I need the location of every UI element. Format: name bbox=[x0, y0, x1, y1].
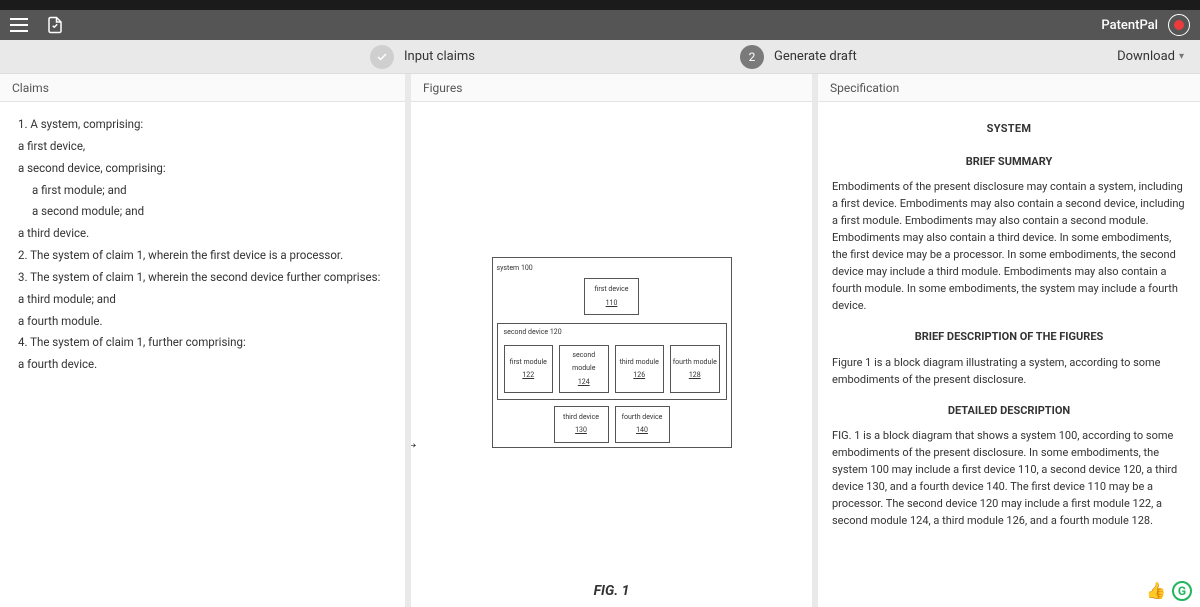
claim-line: 2. The system of claim 1, wherein the fi… bbox=[18, 245, 391, 267]
module-box: first module122 bbox=[504, 345, 554, 393]
step-number-badge: 2 bbox=[740, 45, 764, 69]
claim-line: a third module; and bbox=[18, 289, 391, 311]
menu-icon[interactable] bbox=[10, 18, 28, 32]
claims-body[interactable]: 1. A system, comprising: a first device,… bbox=[0, 102, 405, 607]
specification-panel: Specification SYSTEM BRIEF SUMMARY Embod… bbox=[818, 74, 1200, 607]
spec-paragraph: Embodiments of the present disclosure ma… bbox=[832, 178, 1186, 314]
module-box: third module126 bbox=[615, 345, 665, 393]
check-icon bbox=[370, 45, 394, 69]
spec-paragraph: Figure 1 is a block diagram illustrating… bbox=[832, 354, 1186, 388]
claim-line: a second module; and bbox=[18, 201, 391, 223]
brand-name: PatentPal bbox=[1101, 18, 1158, 33]
chevron-down-icon: ▾ bbox=[1179, 51, 1184, 62]
figures-panel: Figures → system 100 first device110 sec… bbox=[411, 74, 812, 607]
step-label: Input claims bbox=[404, 49, 475, 64]
download-button[interactable]: Download ▾ bbox=[1117, 49, 1184, 64]
figure-diagram[interactable]: system 100 first device110 second device… bbox=[492, 257, 732, 448]
module-box: fourth module128 bbox=[670, 345, 720, 393]
download-label: Download bbox=[1117, 49, 1175, 64]
claim-line: a third device. bbox=[18, 223, 391, 245]
spec-title: SYSTEM bbox=[832, 120, 1186, 137]
spec-section-heading: BRIEF DESCRIPTION OF THE FIGURES bbox=[832, 328, 1186, 345]
claim-line: 1. A system, comprising: bbox=[18, 114, 391, 136]
app-bar: PatentPal bbox=[0, 10, 1200, 40]
claim-line: 3. The system of claim 1, wherein the se… bbox=[18, 267, 391, 289]
claim-line: a fourth device. bbox=[18, 354, 391, 376]
claims-panel: Claims 1. A system, comprising: a first … bbox=[0, 74, 405, 607]
figure-caption: FIG. 1 bbox=[411, 578, 812, 605]
claim-line: a first device, bbox=[18, 136, 391, 158]
thumbs-up-icon[interactable]: 👍 bbox=[1146, 581, 1166, 601]
fourth-device-box: fourth device140 bbox=[615, 406, 670, 443]
main-panels: Claims 1. A system, comprising: a first … bbox=[0, 74, 1200, 607]
claims-header: Claims bbox=[0, 74, 405, 102]
browser-chrome bbox=[0, 0, 1200, 10]
figures-header: Figures bbox=[411, 74, 812, 102]
spec-section-heading: BRIEF SUMMARY bbox=[832, 153, 1186, 170]
document-icon[interactable] bbox=[46, 16, 64, 34]
claim-line: a first module; and bbox=[18, 180, 391, 202]
spec-header: Specification bbox=[818, 74, 1200, 102]
corner-badges: 👍 G bbox=[1146, 581, 1192, 601]
second-device-box: second device 120 first module122 second… bbox=[497, 323, 727, 400]
step-label: Generate draft bbox=[774, 49, 857, 64]
claim-line: 4. The system of claim 1, further compri… bbox=[18, 332, 391, 354]
claim-line: a second device, comprising: bbox=[18, 158, 391, 180]
module-box: second module124 bbox=[559, 345, 609, 393]
third-device-box: third device130 bbox=[554, 406, 609, 443]
spec-paragraph: FIG. 1 is a block diagram that shows a s… bbox=[832, 427, 1186, 529]
spec-body[interactable]: SYSTEM BRIEF SUMMARY Embodiments of the … bbox=[818, 102, 1200, 607]
step-generate-draft[interactable]: 2 Generate draft bbox=[740, 45, 857, 69]
figures-body: system 100 first device110 second device… bbox=[411, 102, 812, 607]
first-device-box: first device110 bbox=[584, 278, 639, 315]
step-input-claims[interactable]: Input claims bbox=[370, 45, 475, 69]
brand-logo-icon bbox=[1168, 14, 1190, 36]
system-label: system 100 bbox=[497, 262, 727, 275]
claim-line: a fourth module. bbox=[18, 311, 391, 333]
stepper-bar: Input claims 2 Generate draft Download ▾ bbox=[0, 40, 1200, 74]
spec-section-heading: DETAILED DESCRIPTION bbox=[832, 402, 1186, 419]
grammarly-icon[interactable]: G bbox=[1172, 581, 1192, 601]
